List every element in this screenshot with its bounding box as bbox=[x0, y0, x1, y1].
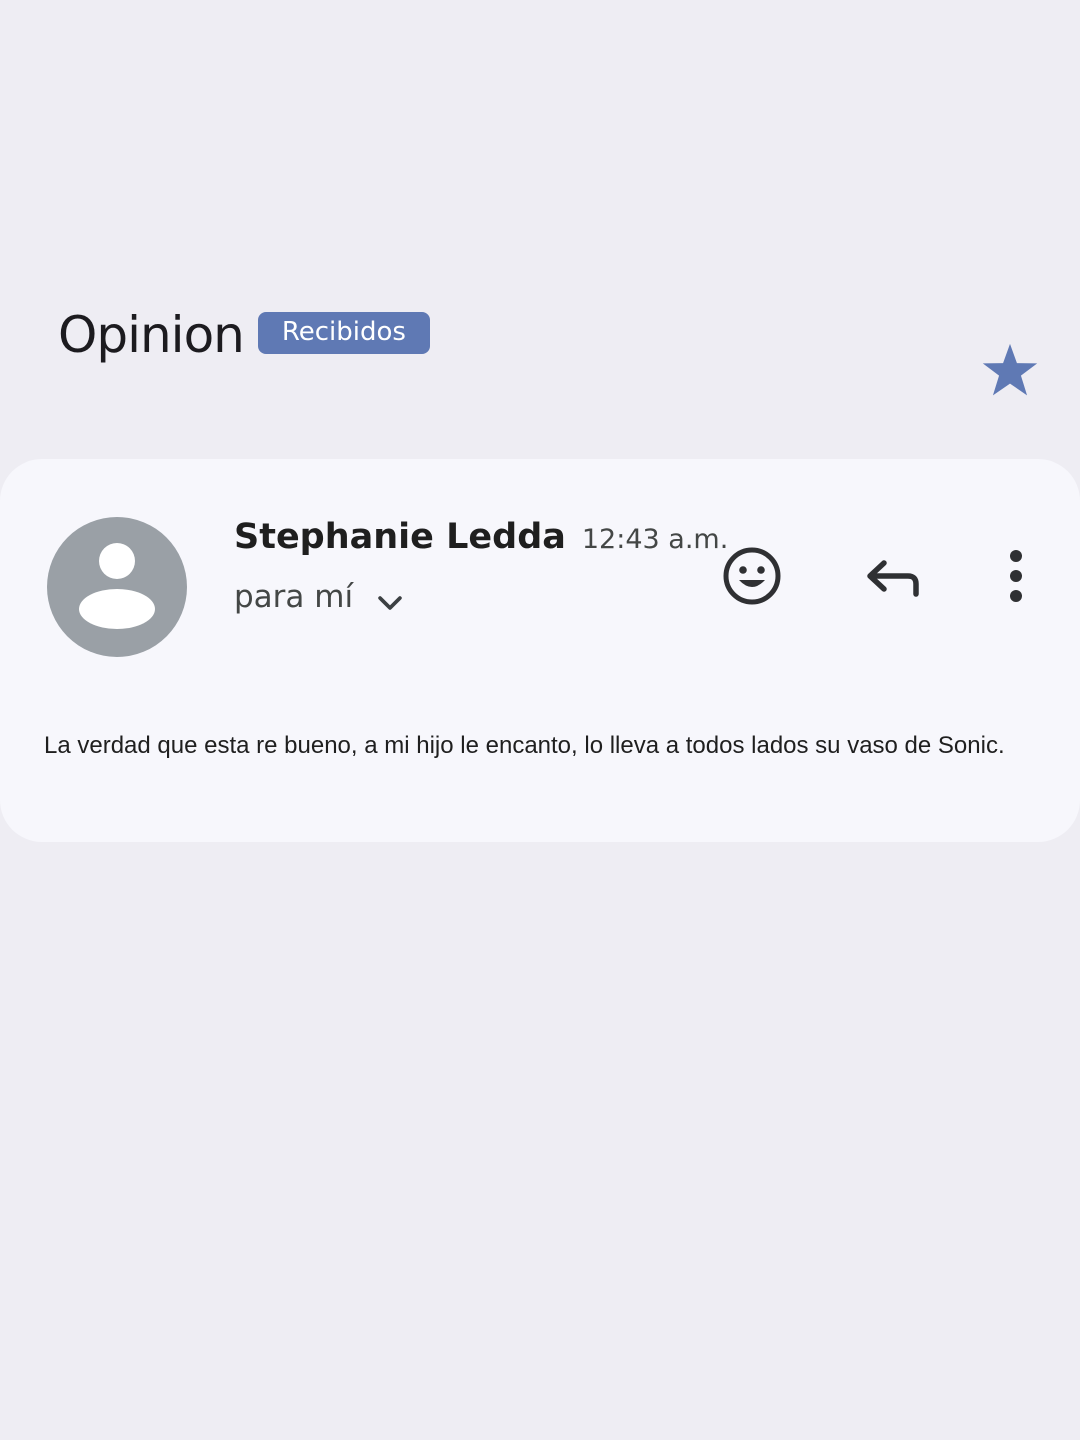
chevron-down-icon[interactable] bbox=[373, 586, 407, 620]
smiley-icon[interactable] bbox=[718, 542, 786, 610]
subject-row: Opinion Recibidos bbox=[58, 306, 430, 364]
message-body: La verdad que esta re bueno, a mi hijo l… bbox=[44, 732, 1005, 759]
reply-arrow-icon[interactable] bbox=[858, 542, 926, 610]
message-card: Stephanie Ledda 12:43 a.m. para mí La ve… bbox=[0, 459, 1080, 842]
star-icon[interactable] bbox=[978, 338, 1042, 402]
message-time: 12:43 a.m. bbox=[581, 524, 729, 555]
more-vert-icon[interactable] bbox=[982, 542, 1050, 610]
inbox-label-chip[interactable]: Recibidos bbox=[257, 312, 430, 354]
sender-line: Stephanie Ledda 12:43 a.m. bbox=[234, 517, 728, 557]
sender-name[interactable]: Stephanie Ledda bbox=[234, 517, 566, 557]
avatar[interactable] bbox=[47, 517, 187, 657]
recipient-details-toggle[interactable]: para mí bbox=[234, 579, 728, 615]
person-icon bbox=[79, 543, 155, 629]
email-subject: Opinion bbox=[58, 306, 245, 364]
recipient-label: para mí bbox=[234, 579, 354, 615]
sender-block: Stephanie Ledda 12:43 a.m. para mí bbox=[234, 517, 728, 615]
